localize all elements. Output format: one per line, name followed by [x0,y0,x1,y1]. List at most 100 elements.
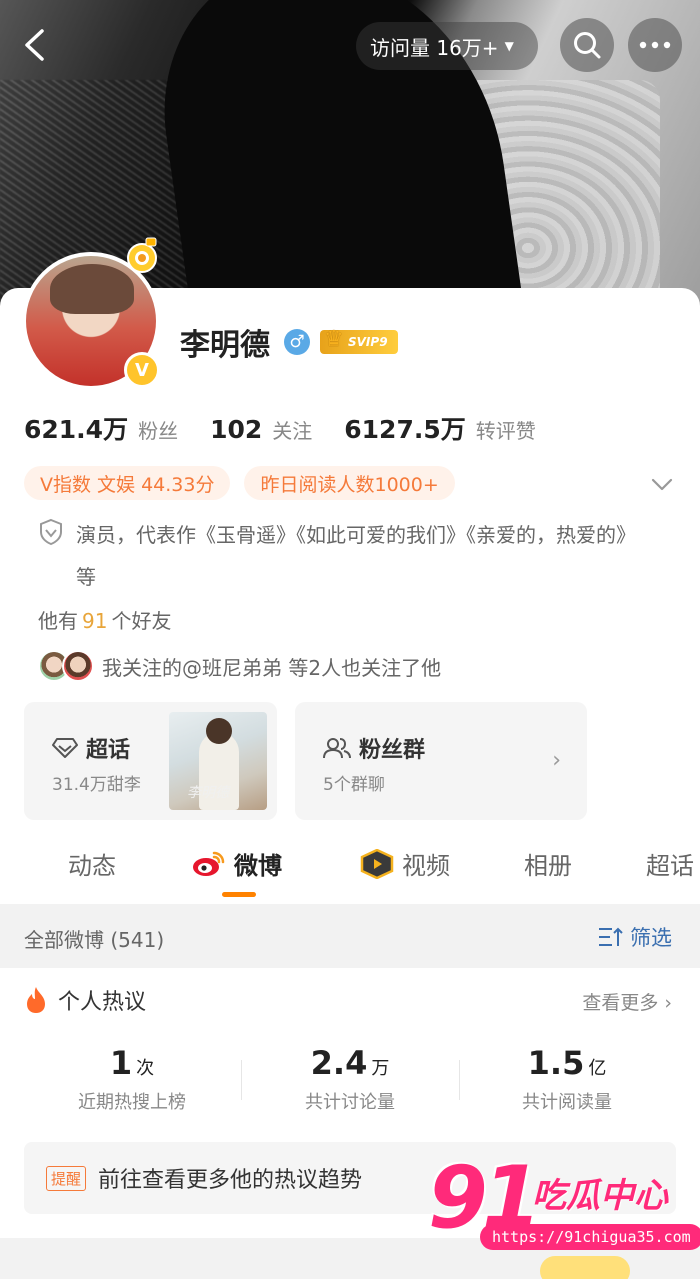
thumb-head [206,718,232,744]
chevron-right-icon: › [552,748,561,773]
friends-count: 91 [82,609,108,633]
stat-followers[interactable]: 621.4万 粉丝 [24,410,178,446]
visits-dropdown[interactable]: 访问量 16万+ ▼ [356,22,538,70]
super-topic-card[interactable]: 超话 31.4万甜李 李明德 [24,702,277,820]
tab-super-topic[interactable]: 超话 [646,846,694,881]
tab-weibo[interactable]: 微博 [192,846,282,881]
diamond-icon [52,738,78,758]
video-play-icon [360,848,394,879]
name-row: 李明德 ♂ SVIP9 [180,320,398,364]
hot-stat-discussions[interactable]: 2.4 万 共计讨论量 [240,1044,460,1114]
hot-stat-label: 近期热搜上榜 [78,1092,186,1113]
tab-video[interactable]: 视频 [360,846,450,881]
active-tab-indicator [222,892,256,897]
more-dots-icon [639,41,671,49]
search-icon [574,32,601,59]
v-index-chip[interactable]: V指数 文娱 44.33分 [24,466,231,500]
search-button[interactable] [560,18,614,72]
hot-stat-value: 1.5 [527,1044,585,1082]
super-topic-title: 超话 [86,738,131,763]
hot-stat-reads[interactable]: 1.5 亿 共计阅读量 [457,1044,677,1114]
friends-link[interactable]: 他有 91 个好友 [38,605,171,634]
fan-group-subtitle: 5个群聊 [323,775,385,795]
watermark-brand: 吃瓜中心 [532,1176,668,1216]
feed-header: 全部微博 (541) 筛选 [0,904,700,968]
friends-suffix: 个好友 [111,609,172,633]
shield-icon [40,518,62,546]
mutual-avatars [38,650,94,682]
hot-stat-label: 共计阅读量 [522,1092,612,1113]
back-arrow-icon [25,29,44,61]
filter-label: 筛选 [630,926,672,950]
hot-stat-value: 1 [109,1044,133,1082]
hot-stat-label: 共计讨论量 [305,1092,395,1113]
stat-interactions[interactable]: 6127.5万 转评赞 [344,410,535,446]
chevron-down-icon[interactable] [648,470,676,498]
verified-v-badge: V [124,352,160,388]
hot-stat-unit: 次 [136,1058,155,1079]
hot-title-row: 个人热议 [24,984,146,1016]
friends-prefix: 他有 [38,609,78,633]
stat-following[interactable]: 102 关注 [210,415,312,444]
tab-label: 相册 [524,852,572,880]
stat-value: 621.4万 [24,415,129,444]
tab-label: 动态 [68,852,116,880]
hot-stat-trending[interactable]: 1次 近期热搜上榜 [22,1044,242,1114]
bio: 演员，代表作《玉骨遥》《如此可爱的我们》《亲爱的，热爱的》等 [38,514,638,598]
mutual-follow[interactable]: 我关注的@班尼弟弟 等2人也关注了他 [38,650,441,682]
fan-group-title: 粉丝群 [359,738,426,763]
chevron-right-icon: › [664,992,672,1014]
camera-badge-icon [127,237,157,273]
group-users-icon [323,738,351,759]
feature-boxes: 超话 31.4万甜李 李明德 粉丝群 5个群聊 › [24,702,587,820]
top-bar: 访问量 16万+ ▼ [0,18,700,72]
weibo-logo-icon [193,851,225,876]
reminder-tag: 提醒 [46,1165,87,1191]
hot-stat-unit: 亿 [588,1058,607,1079]
profile-name: 李明德 [180,328,270,363]
svip-badge[interactable]: SVIP9 [320,327,398,354]
watermark-logo: 91 吃瓜中心 https://91chigua35.com [428,1148,700,1258]
bio-text: 演员，代表作《玉骨遥》《如此可爱的我们》《亲爱的，热爱的》等 [76,523,636,589]
stat-label: 关注 [272,419,313,443]
hot-title: 个人热议 [58,990,147,1015]
see-more-link[interactable]: 查看更多 › [582,988,672,1015]
mutual-follow-text: 我关注的@班尼弟弟 等2人也关注了他 [102,655,442,680]
stat-label: 转评赞 [475,419,536,443]
stat-value: 6127.5万 [344,415,466,444]
gender-male-icon: ♂ [284,329,310,355]
back-button[interactable] [14,22,54,68]
fan-group-title-row: 粉丝群 [323,732,425,764]
sticker-decoration [540,1256,630,1279]
profile-tabs: 动态 微博 视频 相册 超话 [0,838,700,902]
readers-chip[interactable]: 昨日阅读人数1000+ [244,466,455,500]
chips-row: V指数 文娱 44.33分 昨日阅读人数1000+ [24,466,455,500]
stats-row: 621.4万 粉丝 102 关注 6127.5万 转评赞 [24,410,568,446]
watermark-url: https://91chigua35.com [480,1224,700,1250]
super-topic-title-row: 超话 [52,732,130,764]
tab-label: 微博 [234,852,282,880]
see-more-label: 查看更多 [582,992,659,1014]
hot-stat-value: 2.4 [310,1044,368,1082]
mutual-avatar [62,650,94,682]
tab-dynamics[interactable]: 动态 [68,846,116,881]
avatar-container[interactable]: V [22,237,160,390]
hot-stat-unit: 万 [371,1058,390,1079]
thumb-caption: 李明德 [187,785,229,801]
stat-value: 102 [210,415,263,444]
filter-icon [599,927,623,946]
visits-label: 访问量 16万+ [370,35,499,60]
tab-album[interactable]: 相册 [524,846,572,881]
tab-label: 视频 [402,852,450,880]
fire-icon [27,987,45,1013]
all-weibo-label: 全部微博 (541) [24,928,165,952]
fan-group-card[interactable]: 粉丝群 5个群聊 › [295,702,587,820]
more-button[interactable] [628,18,682,72]
caret-down-icon: ▼ [504,39,514,53]
super-topic-thumbnail: 李明德 [169,712,267,810]
tab-label: 超话 [646,852,694,880]
trend-text: 前往查看更多他的热议趋势 [98,1168,363,1193]
super-topic-subtitle: 31.4万甜李 [52,775,141,795]
filter-button[interactable]: 筛选 [598,922,672,952]
stat-label: 粉丝 [138,419,179,443]
